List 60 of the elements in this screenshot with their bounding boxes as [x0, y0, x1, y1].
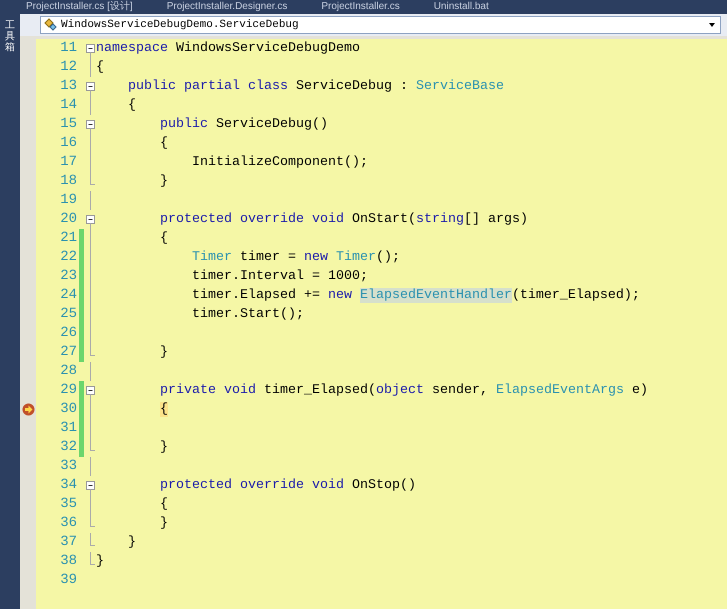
- code-line: InitializeComponent();: [190, 154, 368, 172]
- dropdown-value: WindowsServiceDebugDemo.ServiceDebug: [61, 18, 300, 33]
- code-line: private void timer_Elapsed(object sender, ElapsedEventArgs e): [159, 382, 648, 400]
- line-number: 22: [59, 248, 78, 267]
- line-number: 13: [59, 77, 78, 96]
- code-line: public ServiceDebug(): [159, 116, 328, 134]
- line-number: 12: [59, 58, 78, 77]
- line-number: 27: [59, 343, 78, 362]
- line-number: 14: [59, 96, 78, 115]
- line-number: 29: [59, 381, 78, 400]
- class-icon: [43, 18, 59, 32]
- line-number: 24: [59, 286, 78, 305]
- type-dropdown[interactable]: WindowsServiceDebugDemo.ServiceDebug: [40, 16, 721, 34]
- line-number: 30: [59, 400, 78, 419]
- document-tab[interactable]: ProjectInstaller.cs: [319, 0, 402, 14]
- code-line: }: [159, 439, 168, 457]
- line-number: 21: [59, 229, 78, 248]
- code-line: }: [159, 173, 168, 191]
- line-number: 38: [59, 552, 78, 571]
- code-line: namespace WindowsServiceDebugDemo: [96, 40, 360, 58]
- line-number: 17: [59, 153, 78, 172]
- line-number: 20: [59, 210, 78, 229]
- code-line: protected override void OnStart(string[] args): [159, 211, 528, 229]
- line-number: 32: [59, 438, 78, 457]
- toolbox-label[interactable]: 工具箱: [5, 20, 15, 53]
- code-line: }: [159, 515, 168, 533]
- line-number: 28: [59, 362, 78, 381]
- document-tab[interactable]: ProjectInstaller.Designer.cs: [164, 0, 290, 14]
- line-number: 35: [59, 495, 78, 514]
- line-number: 37: [59, 533, 78, 552]
- line-number: 31: [59, 419, 78, 438]
- code-line: {: [159, 496, 168, 514]
- document-tab[interactable]: ProjectInstaller.cs [设计]: [24, 0, 135, 14]
- line-number: 11: [59, 39, 78, 58]
- code-line: timer.Interval = 1000;: [190, 268, 368, 286]
- code-line: Timer timer = new Timer();: [190, 249, 400, 267]
- document-tab[interactable]: Uninstall.bat: [432, 0, 491, 14]
- code-line: {: [159, 230, 168, 248]
- line-number: 16: [59, 134, 78, 153]
- code-line: }: [159, 344, 168, 362]
- line-number: 26: [59, 324, 78, 343]
- line-number: 19: [59, 191, 78, 210]
- code-line: protected override void OnStop(): [159, 477, 416, 495]
- line-number: 36: [59, 514, 78, 533]
- line-number: 33: [59, 457, 78, 476]
- code-line: timer.Start();: [190, 306, 304, 324]
- code-line: {: [96, 59, 104, 77]
- code-line: public partial class ServiceDebug : ServiceBase: [127, 78, 504, 96]
- caret-icon: [707, 22, 717, 28]
- line-number: 23: [59, 267, 78, 286]
- code-line: }: [96, 553, 104, 571]
- code-line: timer.Elapsed += new ElapsedEventHandler(timer_Elapsed);: [190, 287, 640, 305]
- code-line: }: [127, 534, 136, 552]
- line-number: 34: [59, 476, 78, 495]
- line-number: 39: [59, 571, 78, 590]
- code-line: {: [127, 97, 136, 115]
- line-number: 18: [59, 172, 78, 191]
- line-number: 25: [59, 305, 78, 324]
- line-number: 15: [59, 115, 78, 134]
- code-line: {: [159, 135, 168, 153]
